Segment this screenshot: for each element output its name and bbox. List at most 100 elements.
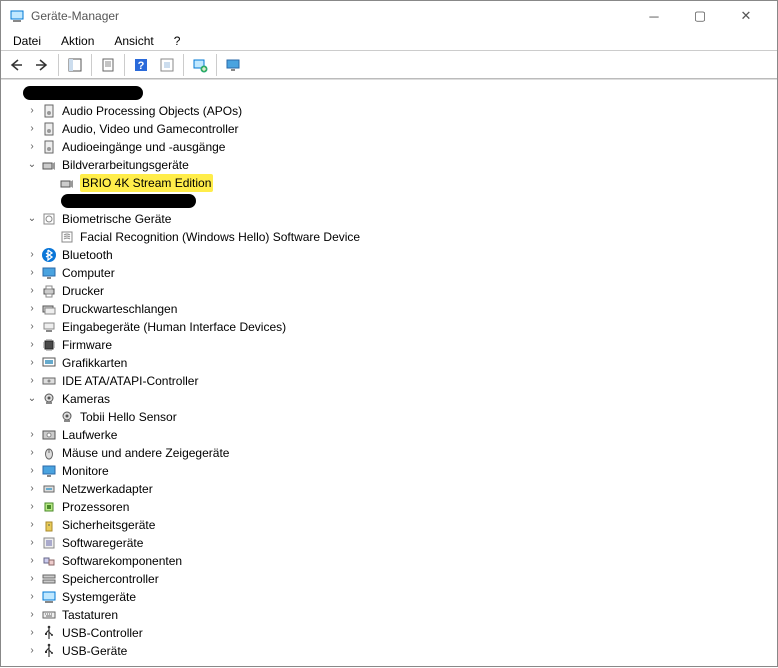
- mouse-icon: [41, 445, 57, 461]
- storage-controller-icon: [41, 571, 57, 587]
- cpu-icon: [41, 499, 57, 515]
- tree-category[interactable]: ›Mäuse und andere Zeigegeräte: [7, 444, 771, 462]
- chevron-right-icon[interactable]: ›: [25, 140, 39, 154]
- chevron-right-icon[interactable]: ›: [25, 626, 39, 640]
- tree-category[interactable]: › Druckwarteschlangen: [7, 300, 771, 318]
- tree-item-label: Systemgeräte: [62, 588, 136, 606]
- chevron-right-icon[interactable]: ›: [25, 446, 39, 460]
- action-icon[interactable]: [155, 53, 179, 77]
- chevron-down-icon[interactable]: ⌄: [25, 158, 39, 172]
- tree-category[interactable]: ⌄ Bildverarbeitungsgeräte: [7, 156, 771, 174]
- tree-category[interactable]: ›Audio Processing Objects (APOs): [7, 102, 771, 120]
- tree-category[interactable]: › Audio, Video und Gamecontroller: [7, 120, 771, 138]
- tree-item-label: Bluetooth: [62, 246, 113, 264]
- tree-device[interactable]: Tobii Hello Sensor: [7, 408, 771, 426]
- help-icon[interactable]: [129, 53, 153, 77]
- chevron-right-icon[interactable]: ›: [25, 266, 39, 280]
- chevron-right-icon[interactable]: ›: [25, 608, 39, 622]
- keyboard-icon: [41, 607, 57, 623]
- chip-icon: [41, 337, 57, 353]
- device-tree[interactable]: ⌄›Audio Processing Objects (APOs)›Audio,…: [1, 79, 777, 668]
- tree-category[interactable]: ›IDE ATA/ATAPI-Controller: [7, 372, 771, 390]
- tree-category[interactable]: › Softwarekomponenten: [7, 552, 771, 570]
- chevron-right-icon[interactable]: ›: [25, 518, 39, 532]
- chevron-right-icon[interactable]: ›: [25, 590, 39, 604]
- redacted-computer-name: [23, 86, 143, 100]
- tree-item-label: Tobii Hello Sensor: [80, 408, 177, 426]
- tree-category[interactable]: ⌄Kameras: [7, 390, 771, 408]
- tree-device[interactable]: [7, 192, 771, 210]
- tree-item-label: Druckwarteschlangen: [62, 300, 177, 318]
- showhide-tree-icon[interactable]: [63, 53, 87, 77]
- tree-category[interactable]: ›Computer: [7, 264, 771, 282]
- tree-category[interactable]: ›Laufwerke: [7, 426, 771, 444]
- chevron-right-icon[interactable]: ›: [25, 536, 39, 550]
- chevron-right-icon[interactable]: ›: [25, 122, 39, 136]
- monitor-icon-blue: [41, 463, 57, 479]
- tree-item-label: Softwarekomponenten: [62, 552, 182, 570]
- chevron-right-icon[interactable]: ›: [25, 248, 39, 262]
- software-icon: [41, 535, 57, 551]
- tree-category[interactable]: ›Monitore: [7, 462, 771, 480]
- menu-?[interactable]: ?: [166, 32, 189, 50]
- tree-category[interactable]: › Speichercontroller: [7, 570, 771, 588]
- security-icon: [41, 517, 57, 533]
- tree-item-label: Audio, Video und Gamecontroller: [62, 120, 239, 138]
- chevron-right-icon[interactable]: ›: [25, 302, 39, 316]
- chevron-right-icon[interactable]: ›: [25, 356, 39, 370]
- chevron-right-icon[interactable]: ›: [25, 482, 39, 496]
- menu-ansicht[interactable]: Ansicht: [106, 32, 161, 50]
- tree-category[interactable]: ›Firmware: [7, 336, 771, 354]
- menu-datei[interactable]: Datei: [5, 32, 49, 50]
- toolbar-separator: [183, 54, 184, 76]
- tree-category[interactable]: ›Audioeingänge und -ausgänge: [7, 138, 771, 156]
- chevron-right-icon[interactable]: ›: [25, 428, 39, 442]
- tree-category[interactable]: ›Prozessoren: [7, 498, 771, 516]
- forward-icon[interactable]: [30, 53, 54, 77]
- back-icon[interactable]: [4, 53, 28, 77]
- speaker-icon: [41, 103, 57, 119]
- chevron-right-icon[interactable]: ›: [25, 374, 39, 388]
- tree-category[interactable]: ›Tastaturen: [7, 606, 771, 624]
- toolbar-separator: [91, 54, 92, 76]
- minimize-button[interactable]: ─: [631, 1, 677, 31]
- tree-device[interactable]: Facial Recognition (Windows Hello) Softw…: [7, 228, 771, 246]
- chevron-right-icon[interactable]: ›: [25, 572, 39, 586]
- tree-item-label: Sicherheitsgeräte: [62, 516, 155, 534]
- chevron-right-icon[interactable]: ›: [25, 284, 39, 298]
- chevron-right-icon[interactable]: ›: [25, 464, 39, 478]
- chevron-right-icon[interactable]: ›: [25, 338, 39, 352]
- tree-item-label: BRIO 4K Stream Edition: [80, 174, 213, 192]
- chevron-right-icon[interactable]: ›: [25, 554, 39, 568]
- tree-category[interactable]: › Bluetooth: [7, 246, 771, 264]
- scan-hardware-icon[interactable]: [188, 53, 212, 77]
- close-button[interactable]: ✕: [723, 1, 769, 31]
- chevron-down-icon[interactable]: ⌄: [25, 212, 39, 226]
- tree-category[interactable]: › Systemgeräte: [7, 588, 771, 606]
- tree-category[interactable]: ›Drucker: [7, 282, 771, 300]
- chevron-right-icon[interactable]: ›: [25, 644, 39, 658]
- chevron-right-icon[interactable]: ›: [25, 320, 39, 334]
- properties-icon[interactable]: [96, 53, 120, 77]
- chevron-right-icon[interactable]: ›: [25, 104, 39, 118]
- tree-category[interactable]: ›Grafikkarten: [7, 354, 771, 372]
- monitor-icon[interactable]: [221, 53, 245, 77]
- tree-item-label: Biometrische Geräte: [62, 210, 171, 228]
- chevron-right-icon[interactable]: ›: [25, 500, 39, 514]
- tree-device[interactable]: BRIO 4K Stream Edition: [7, 174, 771, 192]
- menu-aktion[interactable]: Aktion: [53, 32, 102, 50]
- maximize-button[interactable]: ▢: [677, 1, 723, 31]
- tree-item-label: Softwaregeräte: [62, 534, 143, 552]
- tree-category[interactable]: ›Eingabegeräte (Human Interface Devices): [7, 318, 771, 336]
- chevron-down-icon[interactable]: ⌄: [25, 392, 39, 406]
- tree-category[interactable]: ⌄ Biometrische Geräte: [7, 210, 771, 228]
- tree-category[interactable]: › Softwaregeräte: [7, 534, 771, 552]
- tree-category[interactable]: › Sicherheitsgeräte: [7, 516, 771, 534]
- tree-category[interactable]: ›USB-Geräte: [7, 642, 771, 660]
- tree-category[interactable]: › USB-Controller: [7, 624, 771, 642]
- tree-item-label: USB-Controller: [62, 624, 143, 642]
- tree-category[interactable]: ⌄: [7, 84, 771, 102]
- tree-item-label: Speichercontroller: [62, 570, 159, 588]
- tree-category[interactable]: ›Netzwerkadapter: [7, 480, 771, 498]
- tree-item-label: Bildverarbeitungsgeräte: [62, 156, 189, 174]
